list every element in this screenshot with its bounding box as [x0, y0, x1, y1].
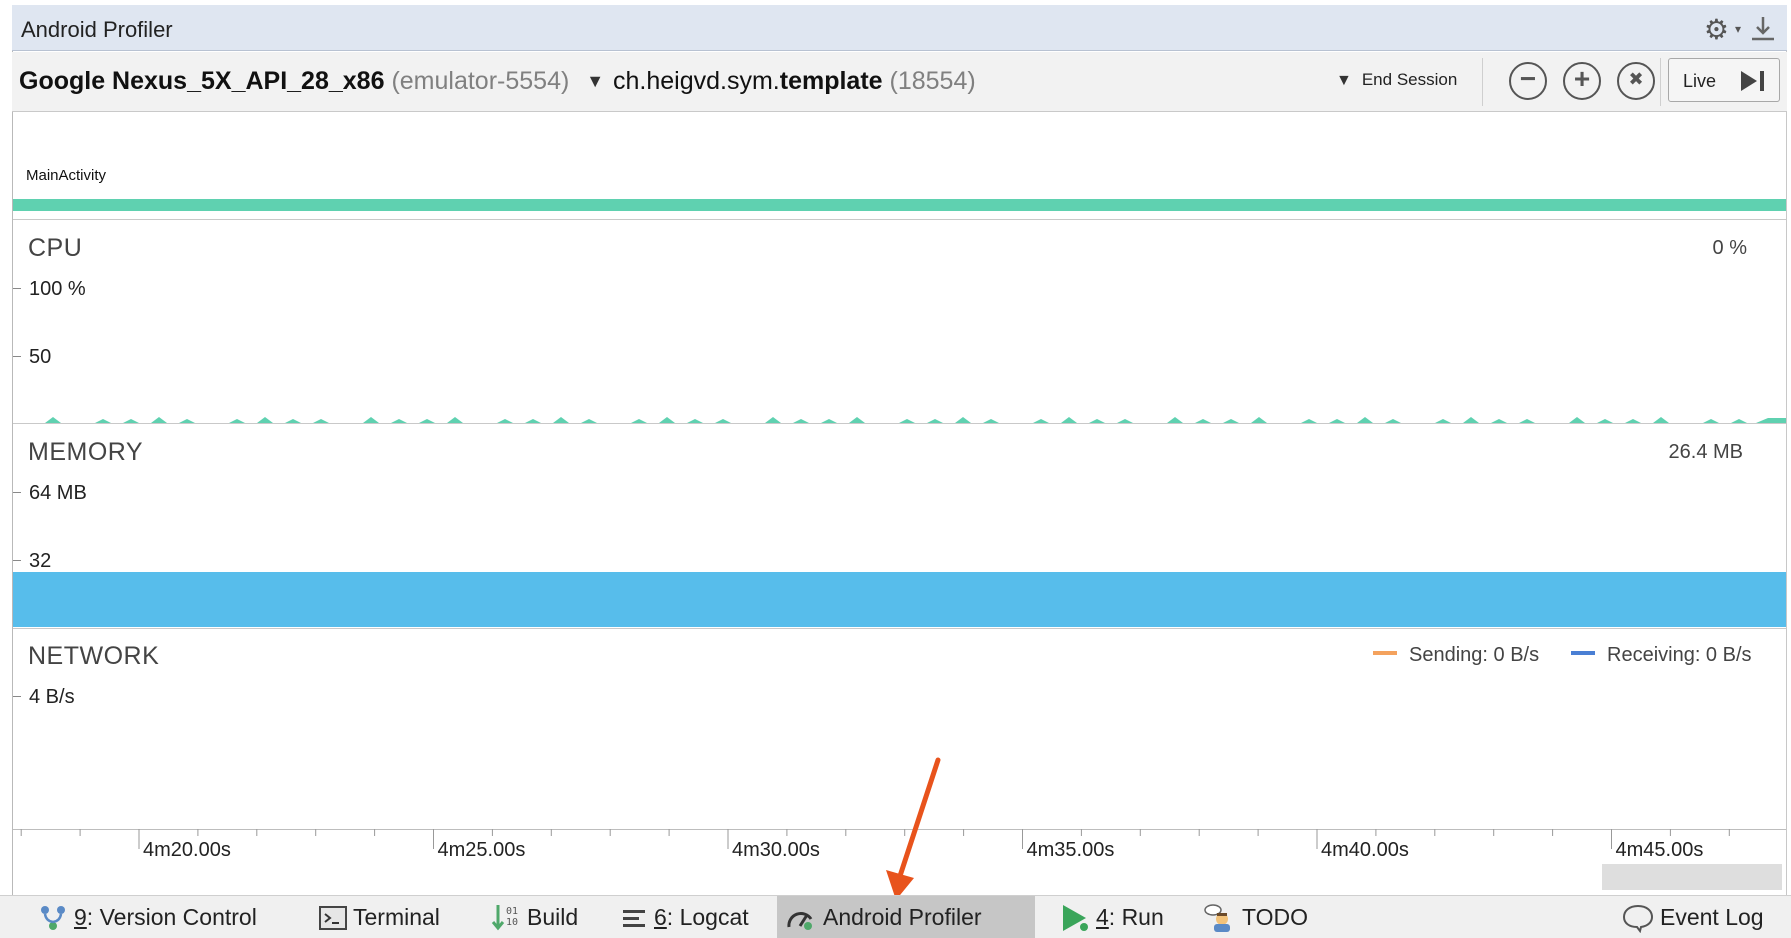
cpu-axis-mid-label: 50: [29, 346, 52, 368]
timeline-scrollbar[interactable]: [1602, 864, 1782, 890]
end-session-button[interactable]: ▼ End Session: [1336, 70, 1457, 90]
activity-bar[interactable]: [13, 199, 1786, 211]
cpu-label: CPU: [28, 234, 83, 262]
device-name: Google Nexus_5X_API_28_x86: [19, 67, 385, 95]
receiving-legend: Receiving: 0 B/s: [1571, 644, 1752, 667]
reset-zoom-icon[interactable]: ✖: [1617, 62, 1655, 100]
axis-tick: [13, 356, 21, 357]
terminal-icon: [319, 905, 347, 930]
time-tick-label: 4m40.00s: [1321, 839, 1409, 861]
toolbar-separator: [1660, 58, 1661, 106]
memory-label: MEMORY: [28, 438, 144, 466]
logcat-number: 6: [654, 904, 667, 930]
memory-axis-mid-label: 32: [29, 550, 52, 572]
tab-event-log[interactable]: Event Log: [1614, 896, 1772, 938]
session-dropdown-icon[interactable]: ▼: [1336, 72, 1352, 89]
live-label: Live: [1683, 71, 1717, 91]
lane-divider: [13, 628, 1786, 629]
jump-to-live-icon: [1741, 71, 1764, 91]
run-icon: [1063, 904, 1088, 931]
cpu-usage-graph[interactable]: [13, 410, 1786, 424]
time-tick-label: 4m35.00s: [1026, 839, 1115, 861]
svg-text:01: 01: [506, 906, 518, 917]
axis-tick: [13, 696, 21, 697]
cpu-axis-top-label: 100 %: [29, 278, 86, 300]
axis-tick: [13, 492, 21, 493]
gear-dropdown-caret-icon[interactable]: ▾: [1735, 22, 1741, 36]
sending-swatch: [1373, 651, 1397, 655]
gear-icon[interactable]: ⚙: [1704, 13, 1729, 46]
memory-usage-area[interactable]: [13, 572, 1786, 627]
cpu-current-value: 0 %: [1712, 237, 1747, 259]
network-axis-top-label: 4 B/s: [29, 686, 75, 708]
todo-label: TODO: [1242, 904, 1309, 930]
android-profiler-icon: [787, 911, 813, 930]
sending-legend-text: Sending: 0 B/s: [1409, 644, 1540, 666]
run-label: : Run: [1108, 904, 1164, 930]
process-package-name: template: [779, 67, 883, 95]
activity-label: MainActivity: [26, 167, 107, 184]
lane-divider: [13, 219, 1786, 220]
network-label: NETWORK: [28, 642, 160, 670]
axis-tick: [13, 560, 21, 561]
receiving-legend-text: Receiving: 0 B/s: [1607, 644, 1752, 666]
axis-tick: [13, 288, 21, 289]
time-tick-label: 4m20.00s: [143, 839, 231, 861]
event-log-icon: [1622, 904, 1654, 933]
version-control-label: : Version Control: [86, 904, 257, 930]
toolbar-separator: [1482, 58, 1483, 106]
tab-build[interactable]: 01 10 Build: [483, 896, 586, 938]
build-icon: 01 10: [491, 904, 518, 930]
tab-logcat[interactable]: 6: Logcat: [614, 896, 757, 938]
tab-terminal[interactable]: Terminal: [311, 896, 448, 938]
build-label: Build: [527, 904, 579, 930]
hide-panel-icon[interactable]: [1749, 15, 1777, 45]
todo-icon: [1204, 903, 1230, 932]
tab-run[interactable]: 4: Run: [1052, 896, 1172, 938]
device-serial: (emulator-5554): [391, 67, 570, 95]
process-pid: (18554): [889, 67, 976, 95]
live-button[interactable]: Live: [1668, 58, 1780, 102]
sending-legend: Sending: 0 B/s: [1373, 644, 1539, 667]
tool-window-header: Android Profiler ⚙ ▾: [12, 5, 1787, 51]
version-control-number: 9: [74, 904, 87, 930]
process-selector[interactable]: ch.heigvd.sym.template (18554): [613, 67, 976, 96]
terminal-label: Terminal: [353, 904, 440, 930]
profiler-toolbar: Google Nexus_5X_API_28_x86 (emulator-555…: [12, 52, 1787, 112]
annotation-arrow-icon: [886, 757, 941, 900]
run-number: 4: [1096, 904, 1109, 930]
tab-android-profiler[interactable]: Android Profiler: [777, 896, 1035, 938]
memory-current-value: 26.4 MB: [1668, 441, 1743, 463]
end-session-label: End Session: [1361, 70, 1458, 89]
tool-window-bar: 9: Version Control Terminal 01 10 Build …: [0, 895, 1791, 938]
logcat-icon: [623, 909, 645, 927]
time-tick-label: 4m30.00s: [732, 839, 820, 861]
window-title: Android Profiler: [21, 17, 173, 42]
receiving-swatch: [1571, 651, 1595, 655]
svg-text:10: 10: [506, 917, 518, 928]
process-package-prefix: ch.heigvd.sym.: [613, 67, 780, 95]
event-log-label: Event Log: [1660, 904, 1764, 930]
zoom-out-icon[interactable]: −: [1509, 62, 1547, 100]
memory-axis-top-label: 64 MB: [29, 482, 87, 504]
android-profiler-label: Android Profiler: [823, 904, 982, 930]
tab-todo[interactable]: TODO: [1196, 896, 1316, 938]
time-tick-label: 4m45.00s: [1615, 839, 1704, 861]
device-dropdown-icon[interactable]: ▼: [586, 71, 604, 92]
time-tick-label: 4m25.00s: [437, 839, 526, 861]
lane-divider: [13, 423, 1786, 424]
version-control-icon: [41, 905, 65, 930]
zoom-in-icon[interactable]: +: [1563, 62, 1601, 100]
device-selector[interactable]: Google Nexus_5X_API_28_x86 (emulator-555…: [19, 67, 604, 96]
logcat-label: : Logcat: [666, 904, 749, 930]
tab-version-control[interactable]: 9: Version Control: [30, 896, 265, 938]
